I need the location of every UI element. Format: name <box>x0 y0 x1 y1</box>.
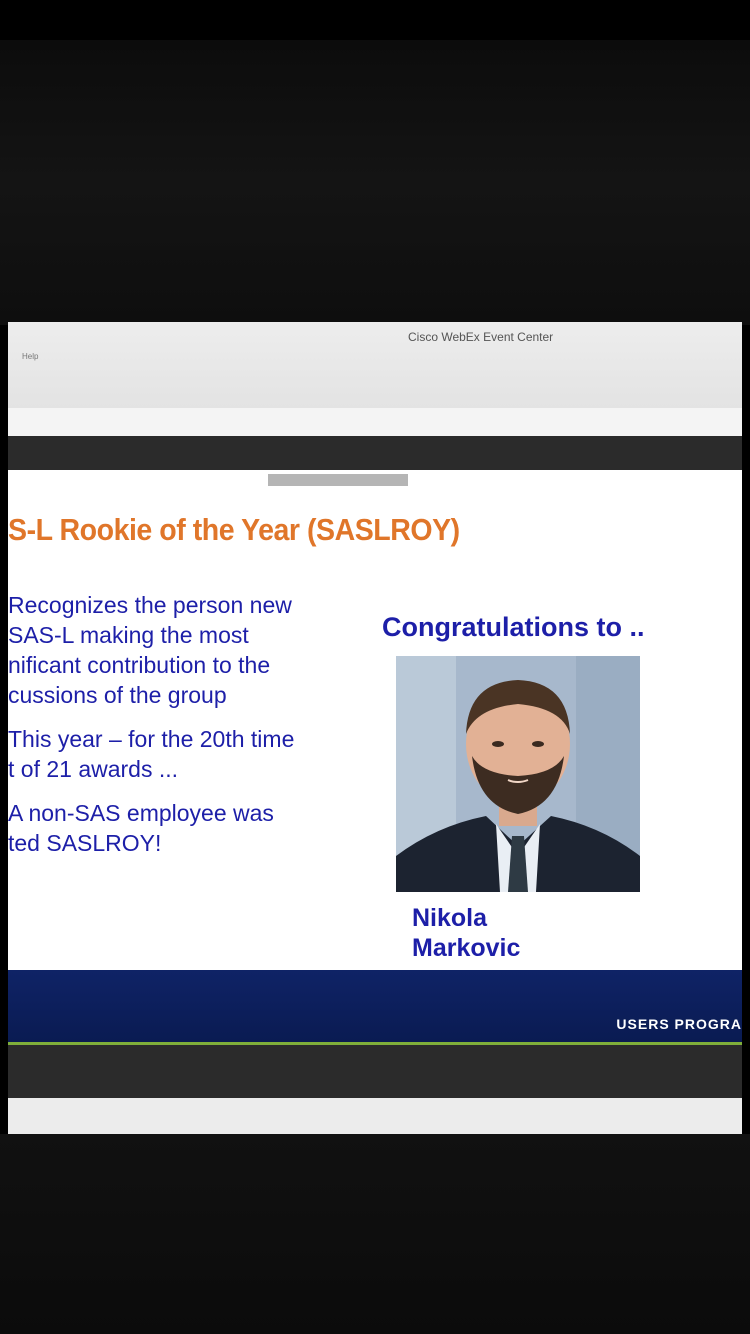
monitor-screen: Cisco WebEx Event Center Help S-L Rookie… <box>8 322 742 1134</box>
bullet-line: ted SASLROY! <box>8 830 162 856</box>
winner-name: Nikola Markovic <box>412 903 520 963</box>
bullet-line: SAS-L making the most <box>8 622 249 648</box>
slide-title: S-L Rookie of the Year (SASLROY) <box>8 512 460 547</box>
bullet-line: A non-SAS employee was <box>8 800 274 826</box>
dark-background-top <box>0 40 750 325</box>
photo-frame: Cisco WebEx Event Center Help S-L Rookie… <box>0 0 750 1334</box>
window-title: Cisco WebEx Event Center <box>408 330 554 344</box>
footer-label: USERS PROGRA <box>616 1016 742 1032</box>
winner-last-name: Markovic <box>412 934 521 962</box>
menu-help[interactable]: Help <box>22 352 38 361</box>
webex-window-bar: Cisco WebEx Event Center Help <box>8 322 742 409</box>
winner-first-name: Nikola <box>412 904 488 932</box>
slide-handle[interactable] <box>268 474 408 486</box>
footer-accent-line <box>8 1042 742 1045</box>
winner-portrait <box>396 656 640 892</box>
bullet-line: cussions of the group <box>8 682 227 708</box>
bullet-line: nificant contribution to the <box>8 652 271 678</box>
bullet-line: t of 21 awards ... <box>8 756 179 782</box>
congratulations-heading: Congratulations to .. <box>382 612 645 642</box>
bullet-line: Recognizes the person new <box>8 592 292 618</box>
bullet-line: This year – for the 20th time <box>8 726 295 752</box>
toolbar-strip <box>8 408 742 436</box>
presentation-slide: S-L Rookie of the Year (SASLROY) Recogni… <box>8 470 742 980</box>
monitor-bottom-bar <box>8 1098 742 1134</box>
bullet-list: Recognizes the person new SAS-L making t… <box>8 590 368 858</box>
dark-background-bottom <box>0 1134 750 1334</box>
